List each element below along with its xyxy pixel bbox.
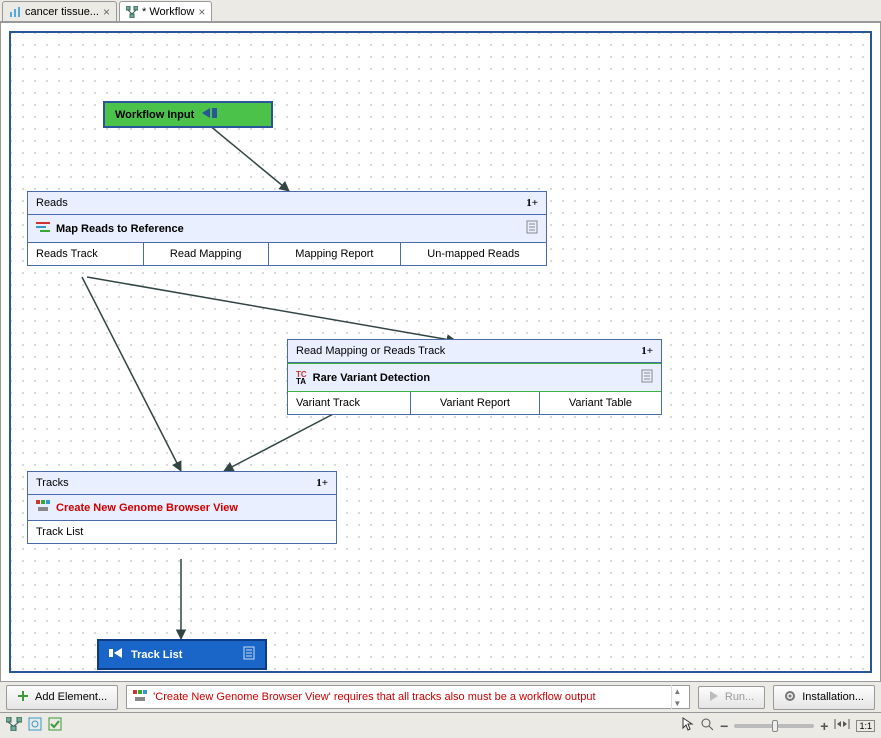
- output-mapping-report[interactable]: Mapping Report: [269, 243, 401, 265]
- close-icon[interactable]: ×: [198, 7, 205, 17]
- slider-thumb[interactable]: [772, 720, 778, 732]
- reads-icon: [36, 221, 50, 236]
- tab-label: * Workflow: [142, 6, 194, 18]
- output-variant-report[interactable]: Variant Report: [411, 392, 540, 414]
- output-unmapped-reads[interactable]: Un-mapped Reads: [401, 243, 546, 265]
- barchart-icon: [9, 6, 21, 18]
- cardinality-label: 1+: [641, 345, 653, 357]
- node-outputs: Reads Track Read Mapping Mapping Report …: [28, 243, 546, 265]
- document-icon[interactable]: [641, 369, 653, 386]
- button-label: Run...: [725, 691, 754, 703]
- workflow-icon: [126, 6, 138, 18]
- node-title: Create New Genome Browser View: [56, 502, 238, 514]
- validation-message: 'Create New Genome Browser View' require…: [153, 691, 595, 703]
- scroll-up-icon[interactable]: ▲: [672, 685, 683, 697]
- input-label: Read Mapping or Reads Track: [296, 345, 445, 357]
- installation-button[interactable]: Installation...: [773, 685, 875, 710]
- zoom-slider[interactable]: [734, 724, 814, 728]
- gear-icon: [784, 690, 796, 705]
- node-input-header: Reads 1+: [28, 192, 546, 215]
- validate-icon[interactable]: [48, 717, 62, 734]
- node-title: Rare Variant Detection: [313, 372, 430, 384]
- output-variant-track[interactable]: Variant Track: [288, 392, 411, 414]
- zoom-out-icon[interactable]: [700, 717, 714, 734]
- input-label: Reads: [36, 197, 68, 209]
- input-label: Tracks: [36, 477, 69, 489]
- node-title: Map Reads to Reference: [56, 223, 184, 235]
- tracks-icon: [36, 500, 50, 515]
- plus-icon: [17, 690, 29, 705]
- minus-icon[interactable]: −: [720, 718, 728, 734]
- node-output-track-list[interactable]: Track List: [97, 639, 267, 670]
- status-bar: − + 1:1: [0, 712, 881, 738]
- node-genome-browser[interactable]: Tracks 1+ Create New Genome Browser View…: [27, 471, 337, 544]
- node-outputs: Variant Track Variant Report Variant Tab…: [288, 392, 661, 414]
- validation-message-box: 'Create New Genome Browser View' require…: [126, 685, 690, 709]
- node-rare-variant[interactable]: Read Mapping or Reads Track 1+ TCTA Rare…: [287, 339, 662, 415]
- node-label: Workflow Input: [115, 109, 194, 121]
- cardinality-label: 1+: [316, 477, 328, 489]
- fit-width-icon[interactable]: [834, 718, 850, 733]
- run-button[interactable]: Run...: [698, 686, 765, 709]
- output-reads-track[interactable]: Reads Track: [28, 243, 144, 265]
- document-icon[interactable]: [243, 646, 255, 663]
- bottom-toolbar: Add Element... 'Create New Genome Browse…: [0, 682, 881, 712]
- node-title-row: TCTA Rare Variant Detection: [288, 363, 661, 392]
- tracks-icon: [133, 690, 147, 705]
- output-variant-table[interactable]: Variant Table: [540, 392, 661, 414]
- tab-workflow[interactable]: * Workflow ×: [119, 1, 212, 21]
- pointer-icon[interactable]: [682, 717, 694, 734]
- tab-label: cancer tissue...: [25, 6, 99, 18]
- close-icon[interactable]: ×: [103, 7, 110, 17]
- node-title-row: Map Reads to Reference: [28, 215, 546, 243]
- output-read-mapping[interactable]: Read Mapping: [144, 243, 269, 265]
- node-workflow-input[interactable]: Workflow Input: [103, 101, 273, 128]
- play-icon: [709, 691, 719, 704]
- add-element-button[interactable]: Add Element...: [6, 685, 118, 710]
- tab-bar: cancer tissue... × * Workflow ×: [0, 0, 881, 22]
- node-map-reads[interactable]: Reads 1+ Map Reads to Reference Re: [27, 191, 547, 266]
- node-input-header: Tracks 1+: [28, 472, 336, 495]
- canvas-wrap: Workflow Input Reads 1+ Map Reads to R: [0, 22, 881, 682]
- zoom-ratio[interactable]: 1:1: [856, 720, 875, 732]
- input-arrow-icon: [202, 107, 218, 122]
- cardinality-label: 1+: [526, 197, 538, 209]
- tcta-icon: TCTA: [296, 371, 307, 385]
- message-scroller[interactable]: ▲ ▼: [671, 685, 683, 709]
- status-right: − + 1:1: [682, 717, 875, 734]
- node-label: Track List: [131, 649, 182, 661]
- tab-cancer-tissue[interactable]: cancer tissue... ×: [2, 1, 117, 21]
- scroll-down-icon[interactable]: ▼: [672, 697, 683, 709]
- output-arrow-icon: [109, 647, 123, 662]
- workspace: cancer tissue... × * Workflow ×: [0, 0, 881, 738]
- document-icon[interactable]: [526, 220, 538, 237]
- overview-icon[interactable]: [28, 717, 42, 734]
- button-label: Add Element...: [35, 691, 107, 703]
- button-label: Installation...: [802, 691, 864, 703]
- status-left: [6, 717, 62, 734]
- node-title-row: Create New Genome Browser View: [28, 495, 336, 521]
- output-track-list[interactable]: Track List: [28, 521, 336, 543]
- node-input-header: Read Mapping or Reads Track 1+: [288, 340, 661, 363]
- workflow-view-icon[interactable]: [6, 717, 22, 734]
- plus-icon[interactable]: +: [820, 718, 828, 734]
- workflow-canvas[interactable]: Workflow Input Reads 1+ Map Reads to R: [9, 31, 872, 673]
